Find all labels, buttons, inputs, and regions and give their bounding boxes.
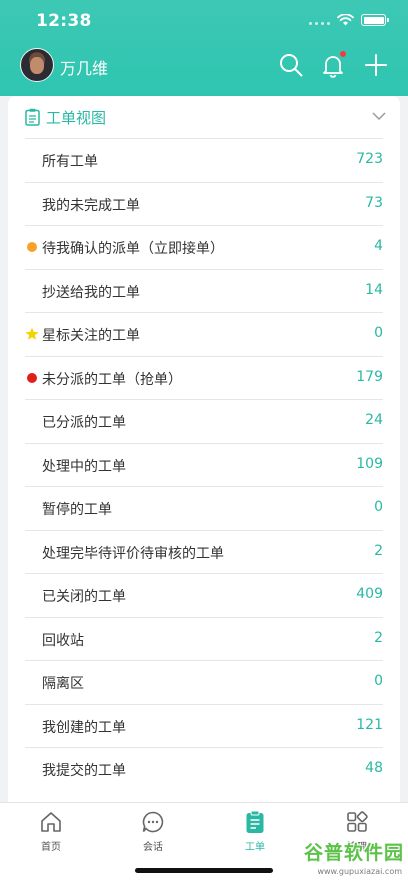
row-count: 109 <box>356 455 383 472</box>
watermark: 谷普软件园 www.gupuxiazai.com <box>284 838 406 882</box>
watermark-title: 谷普软件园 <box>303 842 404 864</box>
ticket-view-row[interactable]: 回收站 2 <box>25 616 383 661</box>
ticket-view-row[interactable]: 已分派的工单 24 <box>25 399 383 443</box>
ticket-view-row[interactable]: 我提交的工单 48 <box>25 747 383 791</box>
row-count: 0 <box>374 673 383 689</box>
status-bar: 12:38 <box>0 0 408 44</box>
ticket-view-header[interactable]: 工单视图 <box>8 96 400 138</box>
row-count: 2 <box>374 542 383 559</box>
row-label: 待我确认的派单（立即接单） <box>42 241 224 257</box>
row-label: 回收站 <box>42 632 84 649</box>
row-count: 0 <box>374 499 383 515</box>
row-count: 179 <box>356 368 383 385</box>
ticket-view-row[interactable]: 暂停的工单 0 <box>25 486 383 530</box>
ticket-view-row[interactable]: 已关闭的工单 409 <box>25 573 383 617</box>
row-count: 121 <box>356 716 383 733</box>
ticket-view-row[interactable]: 待我确认的派单（立即接单） 4 <box>25 225 383 269</box>
row-count: 0 <box>374 325 383 341</box>
plus-icon[interactable] <box>363 52 389 78</box>
row-label: 抄送给我的工单 <box>42 284 140 301</box>
watermark-url: www.gupuxiazai.com <box>317 867 402 876</box>
ticket-view-row[interactable]: 我创建的工单 121 <box>25 703 383 748</box>
row-label: 处理完毕待评价待审核的工单 <box>42 545 224 562</box>
ticket-view-row[interactable]: 抄送给我的工单 14 <box>25 268 383 313</box>
row-label: 已关闭的工单 <box>42 589 126 605</box>
row-label: 我的未完成工单 <box>42 197 140 214</box>
row-label: 我创建的工单 <box>42 719 126 736</box>
tab-chat[interactable]: 会话 <box>102 803 204 863</box>
ticket-view-title: 工单视图 <box>46 109 107 127</box>
clipboard-icon <box>246 810 264 833</box>
tab-home[interactable]: 首页 <box>0 803 102 863</box>
red-dot-marker <box>27 372 37 383</box>
ticket-view-row[interactable]: 处理完毕待评价待审核的工单 2 <box>25 529 383 574</box>
row-label: 星标关注的工单 <box>42 328 140 344</box>
row-label: 处理中的工单 <box>42 458 126 475</box>
user-name[interactable]: 万几维 <box>60 55 108 79</box>
row-label: 未分派的工单（抢单） <box>42 371 182 388</box>
row-label: 所有工单 <box>42 154 98 170</box>
ticket-view-row[interactable]: 星标关注的工单 0 <box>25 312 383 356</box>
ticket-view-row[interactable]: 未分派的工单（抢单） 179 <box>25 355 383 400</box>
row-count: 48 <box>365 760 383 776</box>
row-count: 4 <box>374 238 383 254</box>
wifi-icon <box>337 14 354 26</box>
avatar[interactable] <box>20 48 54 82</box>
row-count: 723 <box>356 151 383 167</box>
status-time: 12:38 <box>36 11 92 31</box>
home-icon <box>41 812 61 832</box>
tab-label: 首页 <box>41 842 61 853</box>
notification-badge <box>339 50 347 58</box>
ticket-view-row[interactable]: 处理中的工单 109 <box>25 442 383 487</box>
ticket-view-list: 所有工单 723 我的未完成工单 73 待我确认的派单（立即接单） 4 抄送给我… <box>8 138 400 791</box>
row-count: 409 <box>356 586 383 602</box>
search-icon[interactable] <box>278 52 304 78</box>
row-label: 隔离区 <box>42 676 84 692</box>
row-label: 已分派的工单 <box>42 415 126 431</box>
ticket-view-card: 工单视图 所有工单 723 我的未完成工单 73 待我确认的派单（立即接单） 4… <box>8 96 400 802</box>
row-label: 暂停的工单 <box>42 502 112 518</box>
home-indicator <box>135 868 273 873</box>
tab-label: 会话 <box>143 842 163 853</box>
star-icon <box>25 327 39 340</box>
row-count: 2 <box>374 629 383 646</box>
row-label: 我提交的工单 <box>42 763 126 779</box>
ticket-view-row[interactable]: 隔离区 0 <box>25 660 383 704</box>
row-count: 73 <box>365 194 383 211</box>
row-count: 24 <box>365 412 383 428</box>
clipboard-list-icon <box>25 108 40 126</box>
ticket-view-row[interactable]: 我的未完成工单 73 <box>25 181 383 226</box>
grid-icon <box>347 811 368 832</box>
chevron-down-icon[interactable] <box>372 111 386 121</box>
battery-icon <box>361 14 389 26</box>
signal-icon <box>309 15 330 25</box>
row-count: 14 <box>365 281 383 298</box>
ticket-view-row[interactable]: 所有工单 723 <box>25 138 383 182</box>
status-icons <box>309 14 389 26</box>
orange-dot-marker <box>27 242 37 252</box>
app-header: 12:38 万几维 <box>0 0 408 96</box>
chat-icon <box>142 811 164 833</box>
